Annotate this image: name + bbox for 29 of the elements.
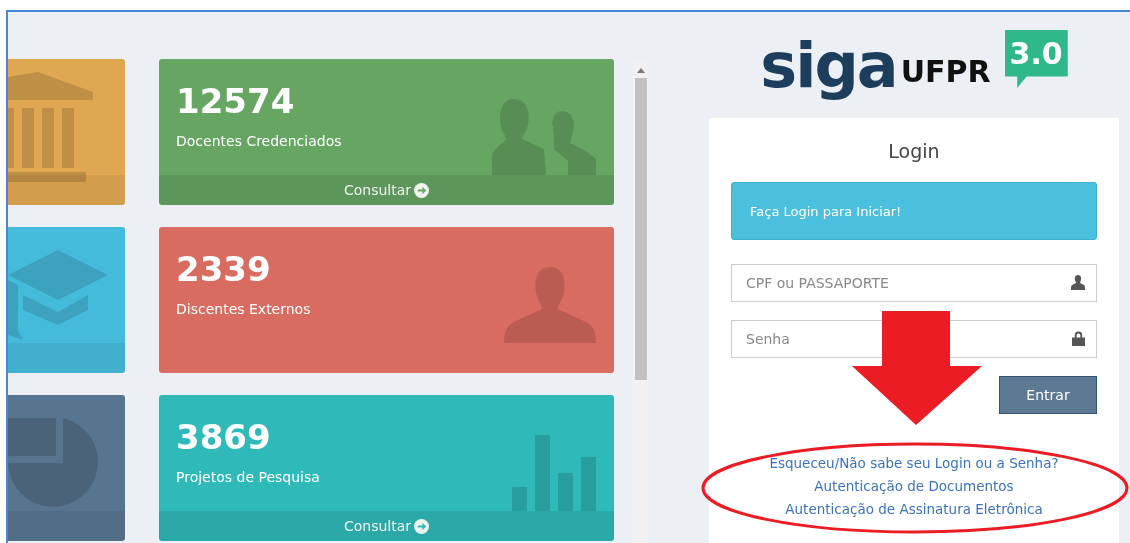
logo-org-text: UFPR [900,54,991,90]
stat-label: Docentes Credenciados [176,133,342,149]
login-button[interactable]: Entrar [999,376,1097,414]
scroll-up-icon[interactable] [637,68,645,73]
arrow-circle-icon [414,518,430,534]
stat-value: 12574 [176,81,296,121]
category-tile[interactable] [8,395,125,541]
users-icon [492,99,596,175]
login-title: Login [888,140,940,162]
category-tile[interactable] [8,227,125,373]
version-badge: 3.0 [1004,30,1068,88]
consult-link[interactable]: Consultar [343,182,412,198]
input-field[interactable]: CPF ou PASSAPORTE [731,264,1097,302]
user-icon [504,267,596,343]
user-icon [1071,275,1085,290]
scroll-thumb[interactable] [635,78,647,380]
bar-chart-icon [512,435,596,511]
help-link[interactable]: Autenticação de Documentos [814,477,1014,496]
arrow-circle-icon [414,182,430,198]
stat-value: 3869 [176,417,272,457]
category-tile[interactable] [8,59,125,205]
stat-value: 2339 [176,249,272,289]
consult-link[interactable]: Consultar [343,518,412,534]
stat-label: Discentes Externos [176,301,311,317]
help-link[interactable]: Esqueceu/Não sabe seu Login ou a Senha? [769,454,1059,473]
scrollbar[interactable] [633,62,649,543]
stat-label: Projetos de Pesquisa [176,469,320,485]
help-link[interactable]: Autenticação de Assinatura Eletrônica [785,500,1043,519]
info-alert: Faça Login para Iniciar! [731,182,1097,240]
